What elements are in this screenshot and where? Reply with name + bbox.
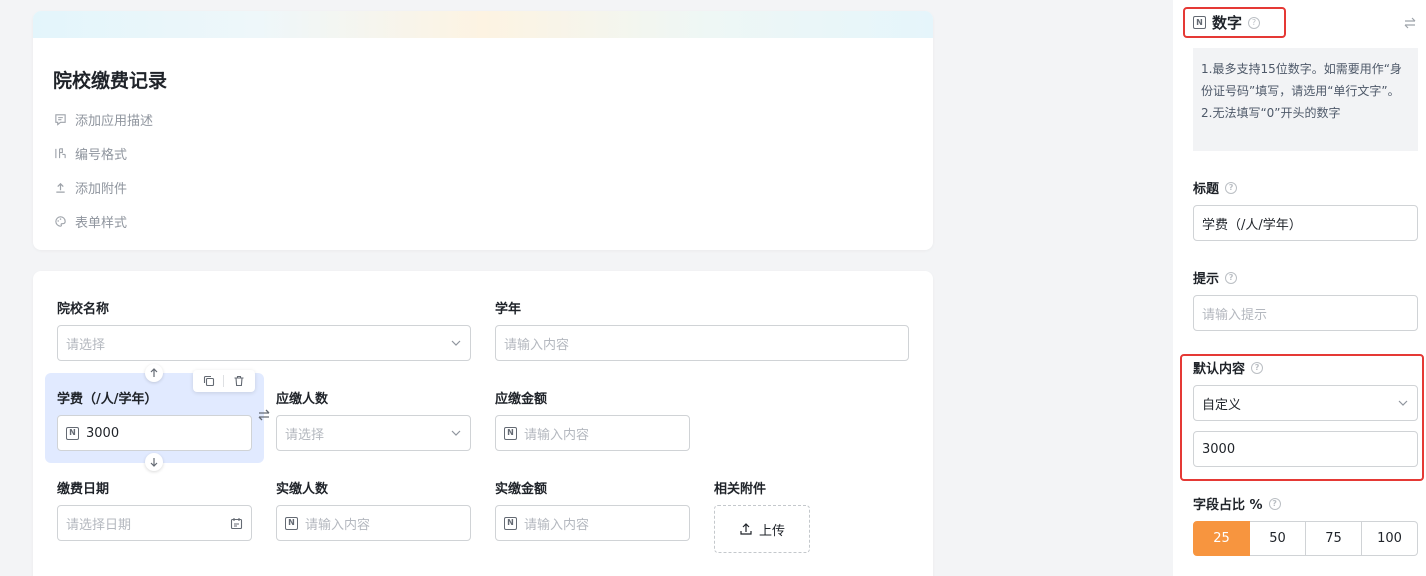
field-toolbar (193, 370, 255, 392)
default-content-label: 默认内容 ? (1193, 358, 1264, 377)
title-label: 标题 ? (1193, 178, 1238, 197)
number-field-icon: N (66, 426, 79, 440)
school-name-label: 院校名称 (57, 302, 110, 317)
form-style-link[interactable]: 表单样式 (53, 212, 127, 231)
width-option-100[interactable]: 100 (1362, 521, 1418, 556)
actual-count-label: 实缴人数 (276, 482, 329, 497)
arrow-up-icon (150, 368, 158, 377)
hint-label: 提示 ? (1193, 268, 1238, 287)
field-tips: 1.最多支持15位数字。如需要用作“身份证号码”填写，请选用“单行文字”。 2.… (1193, 48, 1418, 151)
number-field-icon: N (504, 516, 517, 530)
field-width-options: 25 50 75 100 (1193, 521, 1418, 556)
move-up-button[interactable] (145, 364, 163, 382)
meta-item-label: 添加附件 (75, 182, 128, 197)
attachment-label: 相关附件 (714, 482, 767, 497)
number-field-icon: N (1193, 16, 1206, 29)
tuition-value: 3000 (86, 425, 120, 441)
app-title[interactable]: 院校缴费记录 (53, 66, 167, 93)
chevron-down-icon (1398, 400, 1408, 406)
field-properties-panel: N 数字 ? 1.最多支持15位数字。如需要用作“身份证号码”填写，请选用“单行… (1173, 0, 1426, 576)
default-value-input[interactable]: 3000 (1193, 431, 1418, 467)
upload-button-label: 上传 (758, 523, 785, 539)
pay-date-placeholder: 请选择日期 (66, 517, 132, 533)
arrow-down-icon (150, 458, 158, 467)
pay-date-label: 缴费日期 (57, 482, 110, 497)
meta-item-label: 编号格式 (75, 148, 128, 163)
resize-swap-icon[interactable] (257, 408, 271, 422)
add-description-link[interactable]: 添加应用描述 (53, 110, 153, 129)
number-format-icon (53, 147, 67, 161)
switch-type-icon[interactable] (1403, 16, 1417, 30)
hint-input[interactable]: 请输入提示 (1193, 295, 1418, 331)
academic-year-input[interactable]: 请输入内容 (495, 325, 909, 361)
number-field-icon: N (504, 426, 517, 440)
due-amount-label: 应缴金额 (495, 392, 548, 407)
chevron-down-icon (451, 430, 461, 436)
trash-icon[interactable] (233, 375, 245, 387)
actual-amount-label: 实缴金额 (495, 482, 548, 497)
upload-icon (53, 181, 67, 195)
school-name-placeholder: 请选择 (66, 337, 106, 353)
number-field-icon: N (285, 516, 298, 530)
field-type-header: N 数字 ? (1193, 12, 1261, 33)
help-icon[interactable]: ? (1248, 16, 1261, 29)
width-option-75[interactable]: 75 (1306, 521, 1362, 556)
help-icon[interactable]: ? (1225, 271, 1238, 284)
tuition-input[interactable]: N 3000 (57, 415, 252, 451)
pay-date-picker[interactable]: 请选择日期 (57, 505, 252, 541)
title-input[interactable]: 学费（/人/学年） (1193, 205, 1418, 241)
copy-icon[interactable] (203, 375, 215, 387)
due-count-label: 应缴人数 (276, 392, 329, 407)
move-down-button[interactable] (145, 453, 163, 471)
width-option-50[interactable]: 50 (1250, 521, 1306, 556)
calendar-icon (230, 518, 243, 530)
app-header-card: 院校缴费记录 添加应用描述 编号格式 添加附件 表单样式 (33, 11, 933, 250)
title-input-value: 学费（/人/学年） (1202, 217, 1302, 233)
number-format-link[interactable]: 编号格式 (53, 144, 127, 163)
actual-amount-placeholder: 请输入内容 (524, 517, 590, 533)
field-type-title: 数字 (1212, 14, 1243, 32)
school-name-select[interactable]: 请选择 (57, 325, 471, 361)
chevron-down-icon (451, 340, 461, 346)
form-canvas: 院校名称 请选择 学年 请输入内容 学费（/人/学年） N 3000 应缴人数 … (33, 271, 933, 576)
upload-button[interactable]: 上传 (714, 505, 810, 553)
tuition-label: 学费（/人/学年） (57, 392, 158, 407)
academic-year-placeholder: 请输入内容 (504, 337, 570, 353)
help-icon[interactable]: ? (1268, 497, 1281, 510)
hint-input-placeholder: 请输入提示 (1202, 307, 1268, 323)
palette-icon (53, 215, 67, 229)
default-value: 3000 (1202, 441, 1236, 457)
width-option-25[interactable]: 25 (1193, 521, 1250, 556)
default-label-text: 默认内容 (1193, 362, 1246, 377)
due-count-select[interactable]: 请选择 (276, 415, 471, 451)
title-label-text: 标题 (1193, 182, 1220, 197)
meta-item-label: 表单样式 (75, 216, 128, 231)
due-count-placeholder: 请选择 (285, 427, 325, 443)
default-mode-value: 自定义 (1202, 397, 1242, 413)
meta-item-label: 添加应用描述 (75, 114, 154, 129)
default-mode-select[interactable]: 自定义 (1193, 385, 1418, 421)
add-attachment-link[interactable]: 添加附件 (53, 178, 127, 197)
hint-label-text: 提示 (1193, 272, 1220, 287)
due-amount-placeholder: 请输入内容 (524, 427, 590, 443)
header-gradient-strip (33, 11, 933, 38)
comment-icon (53, 113, 67, 127)
tip-line: 1.最多支持15位数字。如需要用作“身份证号码”填写，请选用“单行文字”。 (1201, 62, 1402, 98)
tip-line: 2.无法填写“0”开头的数字 (1201, 106, 1341, 120)
upload-icon (740, 523, 752, 535)
actual-count-placeholder: 请输入内容 (305, 517, 371, 533)
actual-count-input[interactable]: N 请输入内容 (276, 505, 471, 541)
help-icon[interactable]: ? (1251, 361, 1264, 374)
academic-year-label: 学年 (495, 302, 522, 317)
actual-amount-input[interactable]: N 请输入内容 (495, 505, 690, 541)
width-label-text: 字段占比 % (1193, 498, 1263, 513)
due-amount-input[interactable]: N 请输入内容 (495, 415, 690, 451)
help-icon[interactable]: ? (1225, 181, 1238, 194)
field-width-label: 字段占比 % ? (1193, 494, 1281, 513)
